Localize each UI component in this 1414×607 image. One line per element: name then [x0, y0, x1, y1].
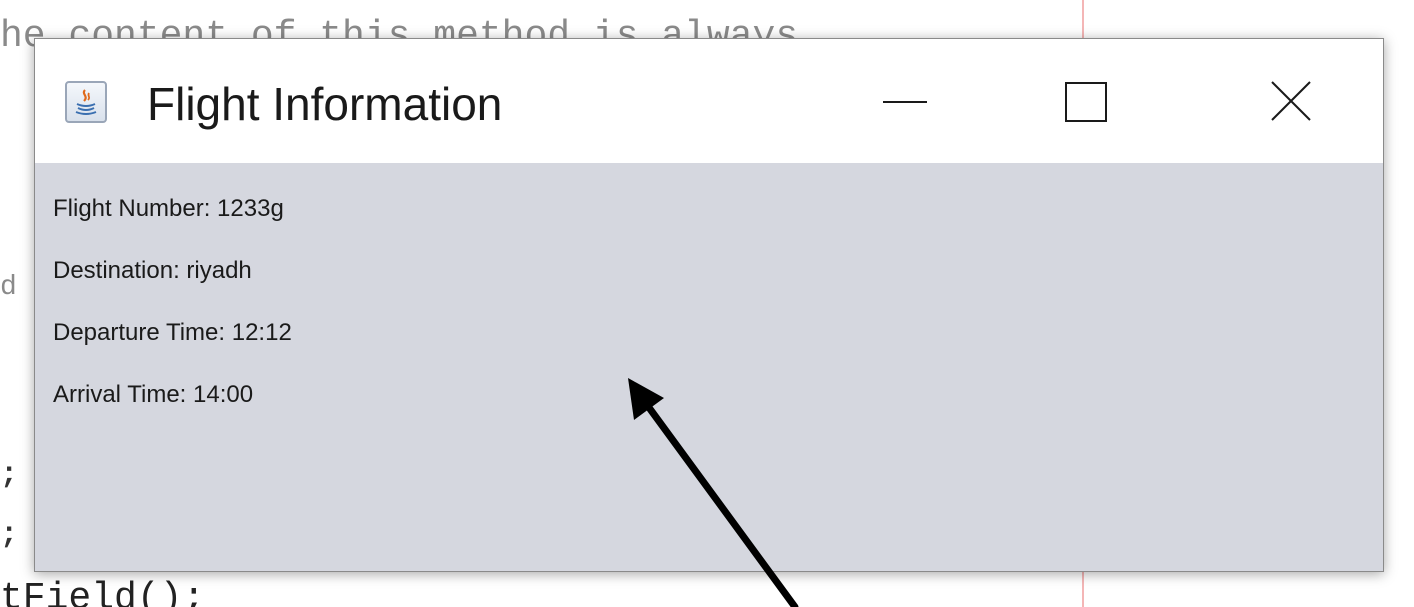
annotation-arrow-icon: [628, 378, 799, 607]
